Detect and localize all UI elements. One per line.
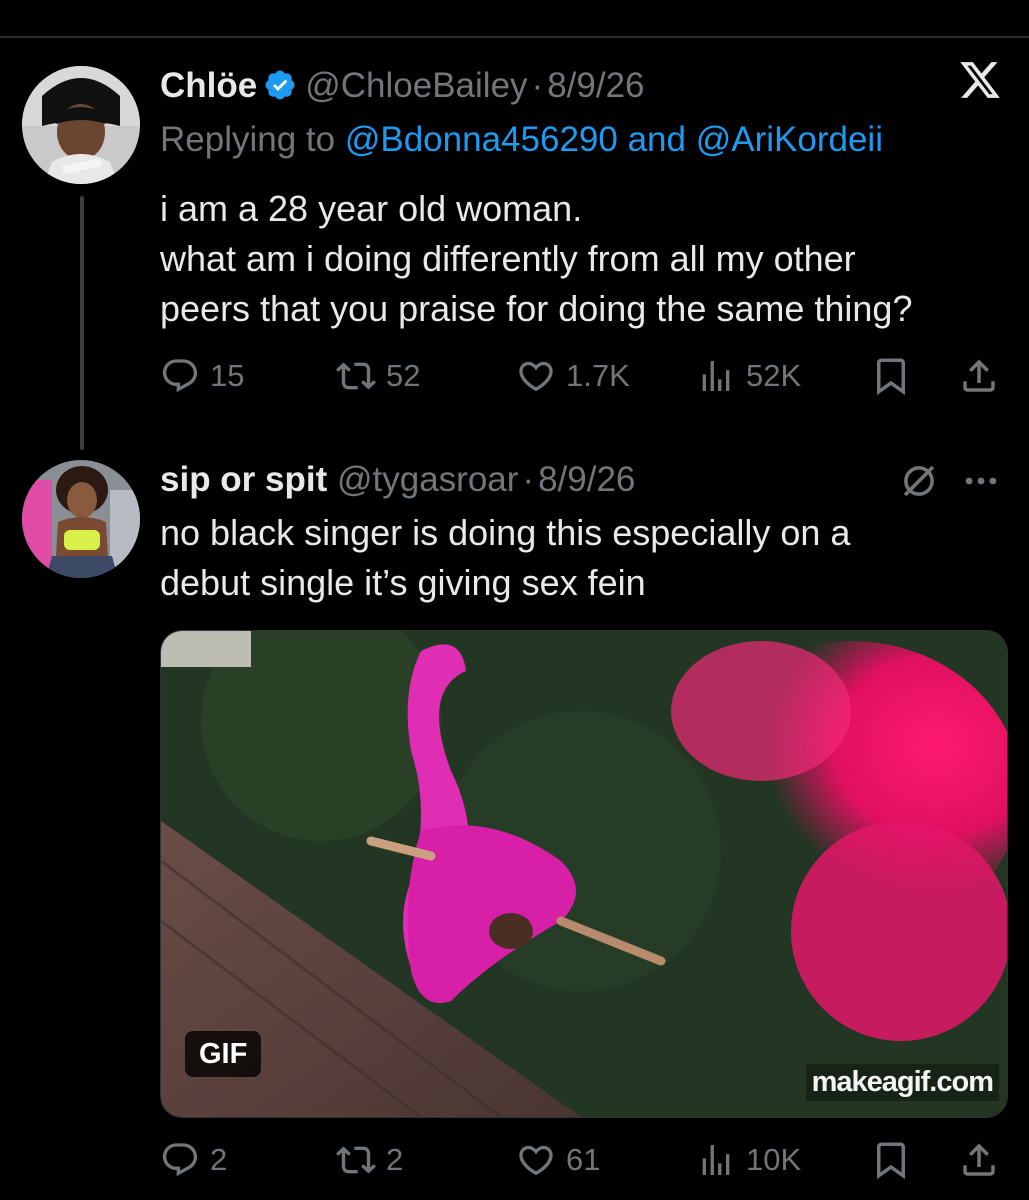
mention-link-2[interactable]: @AriKordeii [696,120,883,159]
tweet1-action-bar: 15 52 1.7K 52K [160,354,1002,398]
bookmark-icon [877,1142,905,1180]
views-icon [702,361,730,391]
views-button[interactable]: 52K [696,354,801,398]
mention-and: and [627,120,686,159]
reply-icon [162,359,198,393]
tweet1-text-line: i am a 28 year old woman. [160,188,583,229]
mention-link-1[interactable]: @Bdonna456290 [345,120,618,159]
gif-badge: GIF [185,1031,262,1077]
tweet2-action-bar: 2 2 61 10K [160,1138,1002,1182]
like-button[interactable]: 61 [516,1138,600,1182]
tweet2-header: sip or spit @tygasroar · 8/9/26 [160,460,635,500]
avatar-sip-or-spit[interactable] [22,460,140,578]
replying-to-label: Replying to [160,120,336,159]
like-count: 61 [566,1142,601,1177]
tweet2-display-name[interactable]: sip or spit [160,460,327,499]
views-count: 10K [746,1142,802,1177]
repost-count: 2 [386,1142,404,1177]
reply-button[interactable]: 2 [160,1138,227,1182]
tweet2-dot: · [522,460,535,499]
tweet2-body: no black singer is doing this especially… [160,508,850,608]
more-icon[interactable] [960,464,1002,503]
share-icon [963,1143,995,1176]
like-icon [519,1145,553,1176]
tweet1-handle[interactable]: @ChloeBailey [305,66,527,105]
like-button[interactable]: 1.7K [516,354,630,398]
tweet2-handle[interactable]: @tygasroar [337,460,518,499]
repost-icon [336,1146,376,1174]
gif-watermark: makeagif.com [805,1064,999,1101]
mute-icon[interactable] [898,460,940,507]
gif-frame [161,631,1007,1117]
tweet1-header: Chlöe @ChloeBailey · 8/9/26 [160,66,645,111]
replying-to-line: Replying to @Bdonna456290 and @AriKordei… [160,120,883,160]
share-icon [963,359,995,392]
repost-button[interactable]: 2 [336,1138,403,1182]
reply-icon [162,1143,198,1177]
tweet1-text-line: peers that you praise for doing the same… [160,288,913,329]
repost-count: 52 [386,358,421,393]
tweet1-display-name[interactable]: Chlöe [160,66,257,105]
avatar-chloe[interactable] [22,66,140,184]
tweet1-body: i am a 28 year old woman. what am i doin… [160,184,912,334]
x-logo-icon [958,58,1002,107]
reply-count: 2 [210,1142,228,1177]
verified-badge-icon [263,68,297,111]
tweet1-text-line: what am i doing differently from all my … [160,238,856,279]
views-button[interactable]: 10K [696,1138,801,1182]
like-icon [519,361,553,392]
tweet2-date[interactable]: 8/9/26 [538,460,635,499]
bookmark-icon [877,358,905,396]
repost-icon [336,362,376,390]
share-button[interactable] [958,354,1000,398]
reply-count: 15 [210,358,245,393]
repost-button[interactable]: 52 [336,354,420,398]
tweet2-text-line: debut single it’s giving sex fein [160,562,646,603]
gif-media[interactable]: GIF makeagif.com [160,630,1008,1118]
top-divider [0,36,1029,38]
share-button[interactable] [958,1138,1000,1182]
bookmark-button[interactable] [870,354,912,398]
like-count: 1.7K [566,358,630,393]
tweet1-dot: · [531,66,544,105]
bookmark-button[interactable] [870,1138,912,1182]
thread-connector-line [80,196,84,450]
reply-button[interactable]: 15 [160,354,244,398]
views-icon [702,1145,730,1175]
tweet1-date[interactable]: 8/9/26 [547,66,644,105]
tweet2-text-line: no black singer is doing this especially… [160,512,851,553]
views-count: 52K [746,358,802,393]
